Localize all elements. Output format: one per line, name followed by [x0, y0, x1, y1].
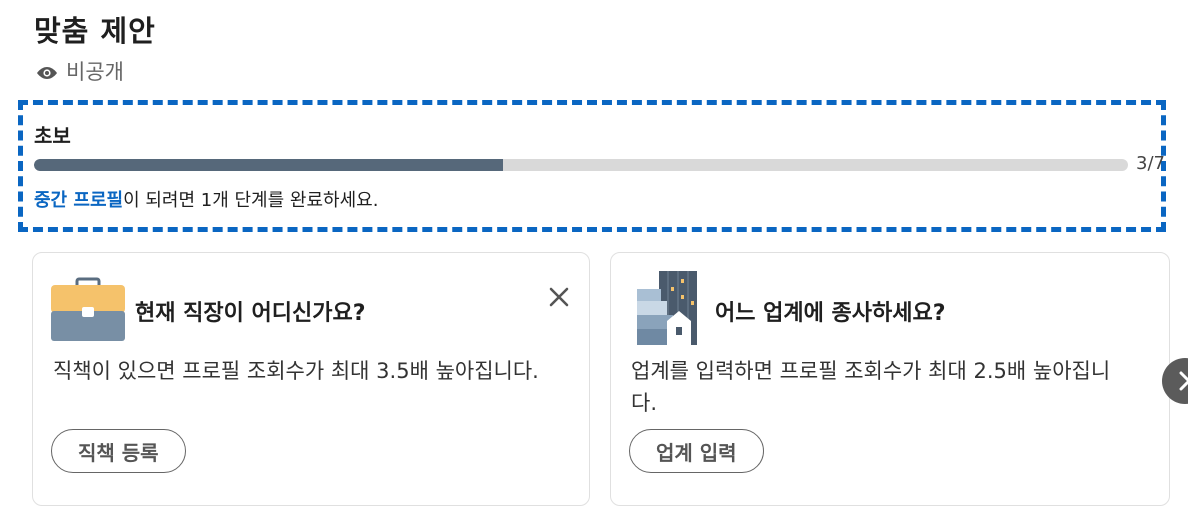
- visibility-label: 비공개: [66, 60, 124, 84]
- building-icon: [637, 271, 697, 345]
- eye-icon: [37, 67, 57, 79]
- progress-count: 3/7: [1136, 153, 1165, 174]
- card-heading: 현재 직장이 어디신가요?: [135, 301, 366, 326]
- page-title: 맞춤 제안: [34, 14, 156, 48]
- progress-bar-fill: [34, 159, 503, 171]
- profile-progress-bar: [34, 159, 1128, 171]
- progress-hint-text: 이 되려면 1개 단계를 완료하세요.: [123, 190, 379, 211]
- current-position-card: 현재 직장이 어디신가요? 직책이 있으면 프로필 조회수가 최대 3.5배 높…: [32, 252, 590, 506]
- guided-suggestions-panel: 맞춤 제안 비공개 초보 3/7 중간 프로필이 되려면 1개 단계를 완료하세…: [0, 0, 1188, 520]
- progress-level-label: 초보: [34, 124, 71, 148]
- card-heading: 어느 업계에 종사하세요?: [715, 301, 946, 326]
- industry-card: 어느 업계에 종사하세요? 업계를 입력하면 프로필 조회수가 최대 2.5배 …: [610, 252, 1170, 506]
- briefcase-icon: [51, 277, 125, 341]
- chevron-right-icon: [1179, 371, 1188, 391]
- progress-hint: 중간 프로필이 되려면 1개 단계를 완료하세요.: [34, 186, 378, 212]
- card-description: 직책이 있으면 프로필 조회수가 최대 3.5배 높아집니다.: [53, 359, 539, 383]
- add-position-button[interactable]: 직책 등록: [51, 429, 186, 473]
- close-icon[interactable]: [545, 283, 573, 311]
- intermediate-profile-link[interactable]: 중간 프로필: [34, 190, 123, 211]
- card-description: 업계를 입력하면 프로필 조회수가 최대 2.5배 높아집니다.: [631, 359, 1111, 415]
- visibility-indicator: 비공개: [34, 56, 124, 86]
- add-industry-button[interactable]: 업계 입력: [629, 429, 764, 473]
